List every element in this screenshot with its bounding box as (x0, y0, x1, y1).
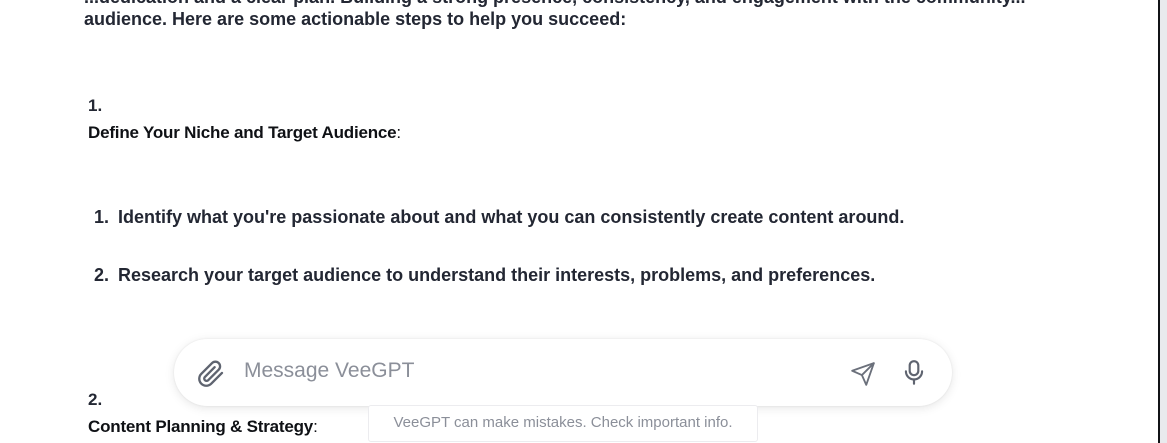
section-title: Define Your Niche and Target Audience: (88, 122, 401, 144)
section-title-colon: : (313, 417, 318, 436)
scrollbar-track[interactable] (1160, 0, 1167, 443)
attach-button[interactable] (196, 359, 226, 389)
list-item: 2. Research your target audience to under… (94, 264, 875, 286)
list-item: 1. Identify what you're passionate about … (94, 206, 904, 228)
disclaimer-text: VeeGPT can make mistakes. Check importan… (368, 405, 758, 442)
section-title-text: Define Your Niche and Target Audience (88, 123, 397, 142)
message-composer (174, 339, 952, 406)
section-title-colon: : (396, 123, 401, 142)
section-title-text: Content Planning & Strategy (88, 417, 314, 436)
message-input[interactable] (244, 353, 824, 389)
list-item-number: 2. (94, 265, 110, 285)
message-intro-line: audience. Here are some actionable steps… (84, 9, 627, 29)
paperclip-icon (198, 360, 224, 387)
send-icon (851, 362, 875, 386)
list-item-text: Research your target audience to underst… (118, 265, 876, 285)
send-button[interactable] (848, 359, 878, 389)
list-item-number: 1. (94, 207, 110, 227)
section-title: Content Planning & Strategy: (88, 416, 318, 438)
message-text-line-cut: ...dedication and a clear plan. Building… (84, 0, 1026, 8)
section-number: 2. (88, 390, 103, 409)
window-edge-divider (1158, 0, 1160, 443)
microphone-icon (904, 360, 924, 385)
list-item-text: Identify what you're passionate about an… (118, 207, 905, 227)
microphone-button[interactable] (900, 358, 928, 388)
section-number: 1. (88, 96, 103, 115)
